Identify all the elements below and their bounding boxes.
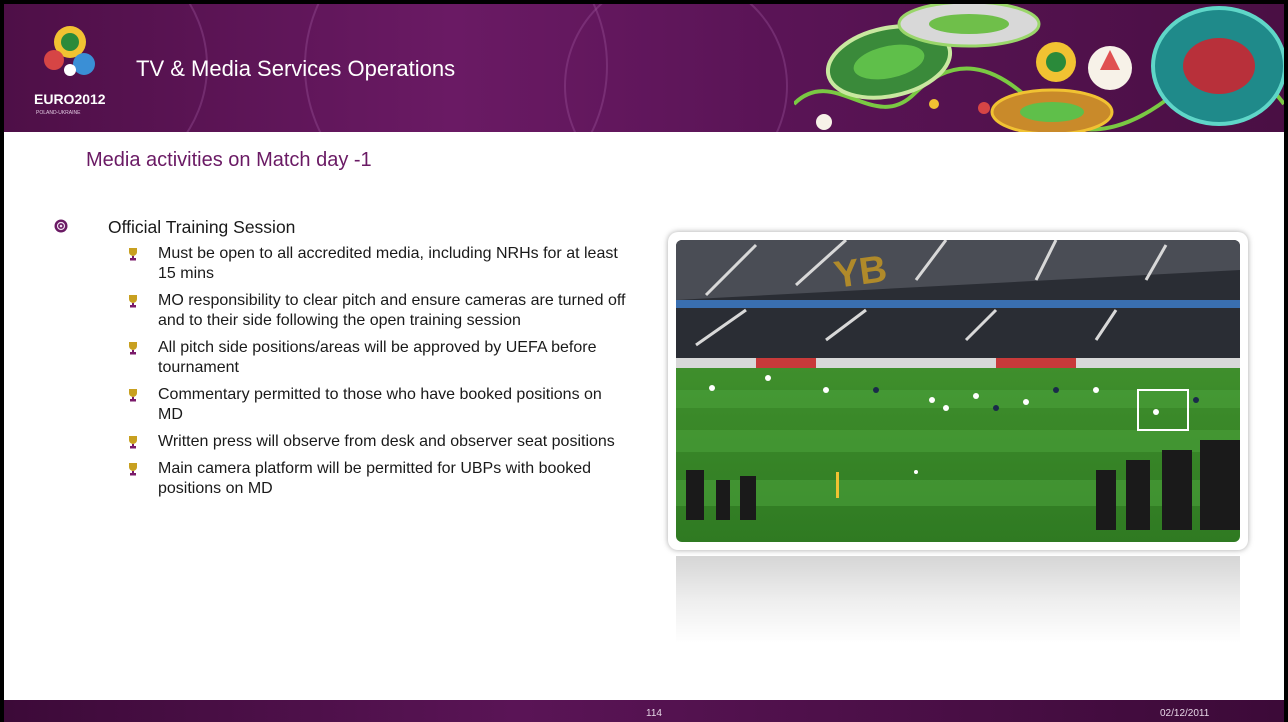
bullet-ball-icon [54,219,68,233]
sub-bullet: Must be open to all accredited media, in… [52,244,628,284]
trophy-bullet-icon [129,463,137,476]
trophy-bullet-icon [129,389,137,402]
euro2012-logo: EURO2012 POLAND-UKRAINE [34,26,106,116]
header-title: TV & Media Services Operations [136,56,456,81]
bullet-level1: Official Training Session [52,216,652,238]
page-number: 114 [646,708,662,719]
slide-header: EURO2012 POLAND-UKRAINE TV & Media Servi… [4,4,1284,132]
sub-bullet-text: MO responsibility to clear pitch and ens… [158,292,626,329]
footer-date: 02/12/2011 [1160,708,1210,719]
stand-lettering: YB [831,248,889,297]
sub-bullet: All pitch side positions/areas will be a… [52,338,628,378]
photo-reflection [668,556,1248,642]
trophy-bullet-icon [129,436,137,449]
bullet-text: Official Training Session [108,217,296,237]
sub-bullet-text: Written press will observe from desk and… [158,433,615,450]
sub-bullet-text: Commentary permitted to those who have b… [158,386,602,423]
header-swirl [564,4,788,132]
sub-bullet-text: Must be open to all accredited media, in… [158,245,618,282]
trophy-bullet-icon [129,342,137,355]
slide: EURO2012 POLAND-UKRAINE TV & Media Servi… [0,0,1288,722]
sub-bullet-text: Main camera platform will be permitted f… [158,460,592,497]
bullet-list: Official Training Session Must be open t… [52,216,652,506]
trophy-bullet-icon [129,295,137,308]
training-photo-frame: YB [668,232,1248,550]
logo-text: EURO2012 [34,91,106,107]
sub-bullet: Written press will observe from desk and… [52,432,628,452]
trophy-bullet-icon [129,248,137,261]
stadium-illustration [794,4,1284,132]
slide-footer: 114 02/12/2011 [4,700,1284,722]
training-session-photo: YB [676,240,1240,542]
slide-title: Media activities on Match day -1 [86,149,372,171]
reflection-gradient [676,556,1240,642]
logo-subtext: POLAND-UKRAINE [36,110,81,116]
sub-bullet: Main camera platform will be permitted f… [52,459,628,499]
sub-bullet: Commentary permitted to those who have b… [52,385,628,425]
sub-bullet: MO responsibility to clear pitch and ens… [52,291,628,331]
sub-bullet-text: All pitch side positions/areas will be a… [158,339,597,376]
slide-content: Media activities on Match day -1 Officia… [4,132,1284,700]
